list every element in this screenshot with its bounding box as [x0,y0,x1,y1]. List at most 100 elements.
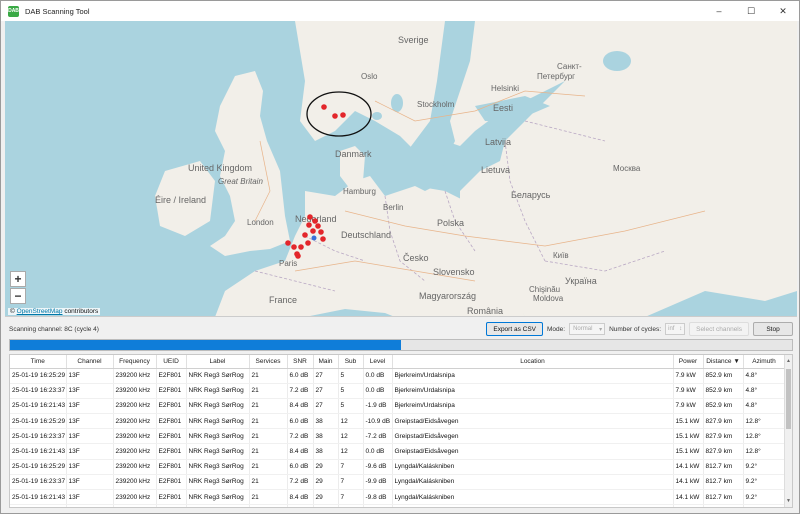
export-csv-button[interactable]: Export as CSV [486,322,543,336]
table-cell: 239200 kHz [113,428,157,445]
table-cell: 239200 kHz [113,383,157,399]
column-header[interactable]: Location [392,355,674,369]
zoom-out-button[interactable]: − [10,288,26,304]
map-label-eesti: Eesti [493,103,513,113]
map-view[interactable]: Sverige Oslo Stockholm Helsinki Санкт- П… [5,21,797,317]
openstreetmap-link[interactable]: OpenStreetMap [17,308,63,315]
transmitter-marker [340,112,346,118]
table-cell: 27 [313,383,339,399]
map-label-latvija: Latvija [485,137,511,147]
column-header[interactable]: Sub [338,355,364,369]
table-cell: 4.8° [743,383,786,399]
scroll-thumb[interactable] [786,369,791,429]
transmitter-marker [306,222,312,228]
table-cell: 827.9 km [703,413,744,430]
map-label-uk: United Kingdom [188,163,252,173]
zoom-in-button[interactable]: + [10,271,26,287]
table-cell [673,504,704,507]
table-cell [392,504,674,507]
table-cell: 12.8° [743,428,786,445]
transmitter-marker [318,229,324,235]
results-table[interactable]: Time Channel Frequency UEID Label Services SNR… [9,354,793,508]
table-cell: -9.6 dB [363,459,393,475]
table-cell: 15.1 kW [673,428,704,445]
mode-select[interactable]: Normal ▾ [569,323,606,335]
column-header[interactable]: Level [363,355,393,369]
table-row[interactable]: 25-01-19 16:21:43 13F 239200 kHz E2F801 NRK … [10,398,786,415]
table-row[interactable]: 25-01-19 16:21:43 13F 239200 kHz E2F801 NRK … [10,489,786,506]
table-cell: 21 [249,428,288,445]
table-cell: 21 [249,459,288,475]
table-cell: Greipstad/Eidsåvegen [392,413,674,430]
table-cell: 12 [338,428,364,445]
table-row[interactable]: 25-01-19 16:25:2913F239200 kHzE2F801NRK … [10,504,786,507]
map-label-chisinau: Chişinău [529,285,560,294]
map-label-moskva: Москва [613,164,641,173]
table-cell [338,504,364,507]
transmitter-marker [320,236,326,242]
table-cell: 239200 kHz [113,474,157,491]
stop-button[interactable]: Stop [753,322,793,336]
map-label-cesko: Česko [403,253,429,263]
table-cell: 12.8° [743,413,786,430]
receiver-location-marker [311,235,317,241]
table-row[interactable]: 25-01-19 16:23:37 13F 239200 kHz E2F801 NRK … [10,428,786,445]
map-label-paris: Paris [279,259,297,268]
table-row[interactable]: 25-01-19 16:25:2913F239200 kHzE2F801NRK … [10,413,786,430]
map-label-moldova: Moldova [533,294,564,303]
table-row[interactable]: 25-01-19 16:23:37 13F 239200 kHz E2F801 NRK … [10,474,786,491]
scroll-down-icon[interactable]: ▼ [786,498,791,504]
column-header[interactable]: Time [10,355,67,369]
column-header[interactable]: Azimuth [743,355,786,369]
maximize-icon[interactable]: ☐ [735,1,767,21]
column-header[interactable]: Main [313,355,339,369]
map-attribution: © OpenStreetMap contributors [8,308,101,315]
close-icon[interactable]: ✕ [767,1,799,21]
table-cell: E2F801 [156,383,187,399]
map-label-romania: România [467,306,503,316]
table-cell: 13F [66,474,114,491]
minimize-icon[interactable]: – [703,1,735,21]
table-cell: 25-01-19 16:25:29 [10,504,67,507]
table-row[interactable]: 25-01-19 16:21:43 13F 239200 kHz E2F801 NRK … [10,443,786,460]
transmitter-marker [332,113,338,119]
column-header[interactable]: Distance ▼ [703,355,744,369]
cycles-spinbox[interactable]: inf ↕ [665,323,686,335]
column-header[interactable]: Power [673,355,704,369]
scan-controls: Scanning channel: 8C (cycle 4) Export as… [5,321,797,337]
table-cell: NRK Reg3 SørRog [186,474,250,491]
table-cell: 7.2 dB [287,474,314,491]
table-cell: 14.1 kW [673,489,704,506]
attribution-suffix: contributors [64,308,99,315]
table-row[interactable]: 25-01-19 16:23:37 13F 239200 kHz E2F801 NRK … [10,383,786,399]
table-cell: 9.2° [743,459,786,475]
transmitter-marker [312,218,318,224]
select-channels-button[interactable]: Select channels [689,322,749,336]
table-cell: 27 [313,368,339,384]
column-header[interactable]: UEID [156,355,187,369]
map-label-danmark: Danmark [335,149,372,159]
table-cell: Lyngdal/Kaláskniben [392,474,674,491]
transmitter-marker [315,223,321,229]
table-cell: 25-01-19 16:21:43 [10,443,67,460]
column-header[interactable]: Frequency [113,355,157,369]
column-header[interactable]: Services [249,355,288,369]
table-cell: E2F801 [156,368,187,384]
transmitter-marker [298,244,304,250]
column-header[interactable]: SNR [287,355,314,369]
table-cell: Greipstad/Eidsåvegen [392,443,674,460]
table-cell: NRK Reg3 SørRog [186,398,250,415]
table-cell: -7.2 dB [363,428,393,445]
column-header[interactable]: Channel [66,355,114,369]
map-label-polska: Polska [437,218,464,228]
table-cell: 7.9 kW [673,398,704,415]
map-label-stockholm: Stockholm [417,100,455,109]
table-row[interactable]: 25-01-19 16:25:2913F239200 kHzE2F801NRK … [10,368,786,384]
table-scrollbar[interactable]: ▲ ▼ [784,355,792,507]
table-cell: Bjerkreim/Urdalsnipa [392,368,674,384]
map-label-deutschland: Deutschland [341,230,391,240]
scroll-up-icon[interactable]: ▲ [786,358,791,364]
table-row[interactable]: 25-01-19 16:25:2913F239200 kHzE2F801NRK … [10,459,786,475]
table-cell [313,504,339,507]
column-header[interactable]: Label [186,355,250,369]
